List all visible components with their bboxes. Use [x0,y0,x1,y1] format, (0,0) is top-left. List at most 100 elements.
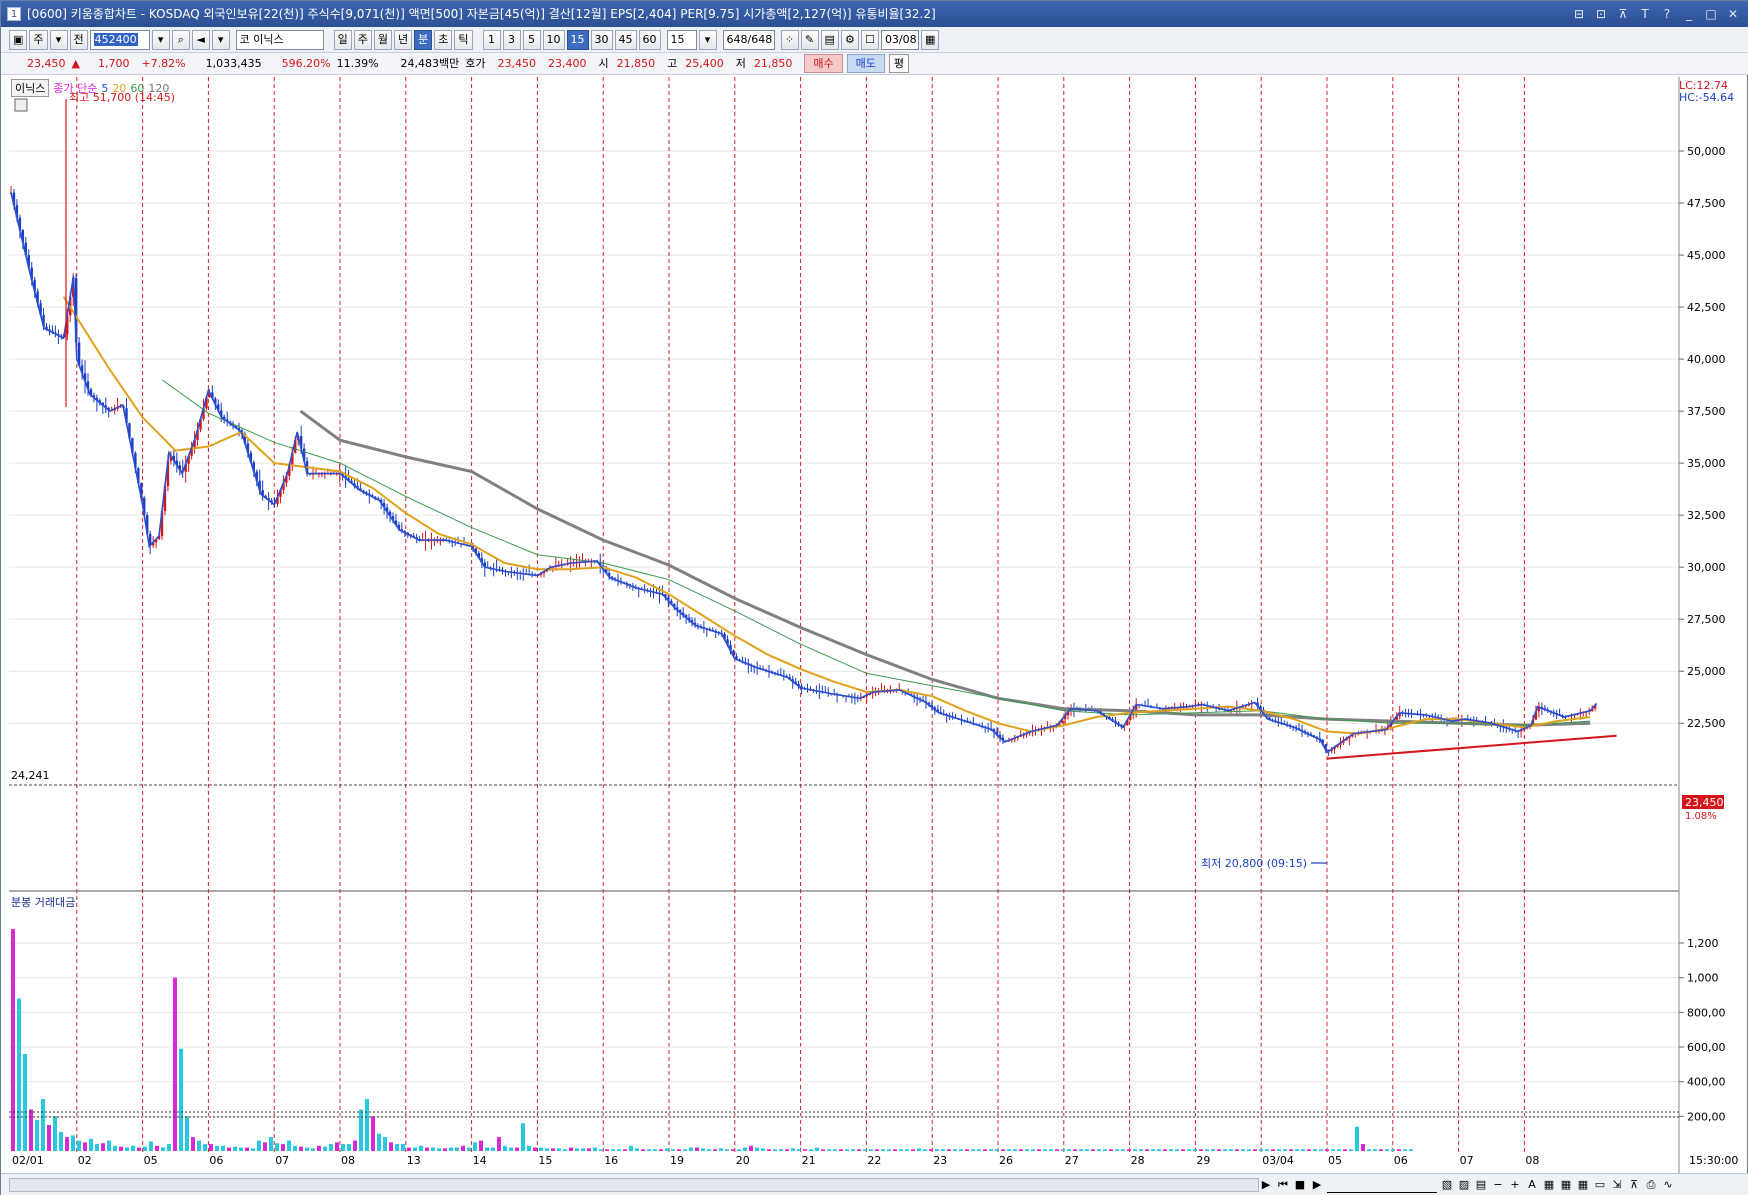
play-icon[interactable]: ▶ [1310,1177,1324,1193]
buy-button[interactable]: 매수 [804,54,843,73]
stock-name-field[interactable]: 코 이닉스 [235,29,324,50]
restore-view-icon[interactable]: ⊡ [1593,1,1609,27]
volume-bar [311,1148,315,1151]
legend-ma120[interactable]: 120 [148,82,169,95]
zoom-in-icon[interactable]: + [1508,1177,1522,1193]
volume-bar [953,1149,957,1151]
period-tick[interactable]: 틱 [454,29,473,50]
all-button[interactable]: 전 [69,29,88,50]
search-icon[interactable]: ⌕ [171,29,190,50]
print-icon[interactable]: ⎙ [1644,1177,1658,1193]
volume-bar [545,1148,549,1151]
volume-bar [797,1149,801,1151]
title-bar: 1 [0600] 키움종합차트 - KOSDAQ 외국인보유[22(천)] 주식… [1,1,1748,27]
volume-bar [1265,1149,1269,1151]
volume-bar [425,1147,429,1151]
calendar-icon[interactable]: ▦ [920,29,940,50]
settings-icon[interactable]: ⚙ [840,29,859,50]
text-tool-icon[interactable]: A [1525,1177,1539,1193]
legend-ma60[interactable]: 60 [130,82,144,95]
volume-bar [1019,1149,1023,1151]
date-checkbox[interactable]: ☐ [860,29,879,50]
stock-code-input[interactable]: 452400 [89,29,150,50]
layout-icon[interactable]: ⊟ [1571,1,1587,27]
period-minute[interactable]: 분 [414,29,433,50]
interval-30[interactable]: 30 [590,29,613,50]
window-number[interactable]: 1 [7,7,21,21]
window-icon[interactable]: ▭ [1593,1177,1607,1193]
period-second[interactable]: 초 [434,29,453,50]
interval-45[interactable]: 45 [614,29,637,50]
speaker-icon[interactable]: ◄ [191,29,210,50]
font-icon[interactable]: T [1637,1,1653,27]
volume-bar [1109,1149,1113,1151]
price-tick-label: 45,000 [1687,249,1726,262]
count-field[interactable]: 648/648 [722,29,775,50]
period-week[interactable]: 주 [353,29,372,50]
volume-bar [71,1135,75,1151]
volume-bar [1169,1149,1173,1151]
market-type-select[interactable]: 주 [29,29,48,50]
period-day[interactable]: 일 [333,29,352,50]
interval-select[interactable]: 15 [666,29,697,50]
scroll-first-icon[interactable]: ⏮ [1276,1177,1290,1193]
tool-icon-2[interactable]: ▨ [1457,1177,1471,1193]
volume-bar [851,1149,855,1151]
help-icon[interactable]: ? [1659,1,1675,27]
trendline[interactable] [1326,734,1617,760]
volume-bar [143,1146,147,1151]
grid-icon-3[interactable]: ▦ [1576,1177,1590,1193]
interval-dropdown-icon[interactable]: ▾ [698,29,717,50]
volume-bar [515,1147,519,1151]
market-type-dropdown-icon[interactable]: ▾ [49,29,68,50]
tool-icon-1[interactable]: ▧ [1440,1177,1454,1193]
legend-ma20[interactable]: 20 [112,82,126,95]
scroll-next-icon[interactable]: ▶ [1259,1177,1273,1193]
volume-bar [833,1149,837,1151]
legend-stock-name[interactable]: 이닉스 [11,79,50,97]
maximize-button[interactable]: □ [1703,1,1719,27]
minimize-button[interactable]: _ [1681,1,1697,27]
chart-canvas[interactable]: 24,241 50,000 47,500 45,000 42,500 40,000 37,… [1,77,1748,1173]
interval-5[interactable]: 5 [522,29,541,50]
grid-icon-1[interactable]: ▦ [1542,1177,1556,1193]
date-tick-label: 28 [1131,1154,1145,1167]
stop-icon[interactable]: ■ [1293,1177,1307,1193]
chart-settings-icon[interactable] [14,98,28,112]
stock-code-dropdown-icon[interactable]: ▾ [151,29,170,50]
export-icon[interactable]: ⇲ [1610,1177,1624,1193]
legend-ma5[interactable]: 5 [101,82,108,95]
sound-dropdown-icon[interactable]: ▾ [211,29,230,50]
chart-menu-icon[interactable]: ▣ [9,29,28,50]
tool-icon-3[interactable]: ▤ [1474,1177,1488,1193]
flat-button[interactable]: 평 [888,54,910,73]
interval-3[interactable]: 3 [502,29,521,50]
drawing-tool-icon[interactable]: ✎ [800,29,819,50]
interval-15[interactable]: 15 [566,29,589,50]
save-icon[interactable]: ▤ [820,29,839,50]
pin-bottom-icon[interactable]: ⊼ [1627,1177,1641,1193]
volume-tick-label: 800,00 [1687,1006,1726,1019]
wave-icon[interactable]: ∿ [1661,1177,1675,1193]
volume-bar [269,1137,273,1151]
close-button[interactable]: ✕ [1725,1,1741,27]
date-field[interactable]: 03/08 [880,29,919,50]
zoom-out-icon[interactable]: − [1491,1177,1505,1193]
volume-gridlines [9,942,1679,1117]
pin-icon[interactable]: ⊼ [1615,1,1631,27]
period-year[interactable]: 년 [394,29,413,50]
interval-60[interactable]: 60 [638,29,661,50]
volume-bar [299,1146,303,1151]
interval-1[interactable]: 1 [482,29,501,50]
horizontal-scrollbar[interactable] [9,1178,1259,1192]
volume-legend-title[interactable]: 분봉 거래대금 [11,896,75,909]
grid-icon-2[interactable]: ▦ [1559,1177,1573,1193]
interval-10[interactable]: 10 [542,29,565,50]
volume-bar [1211,1149,1215,1151]
volume-bar [935,1149,939,1151]
indicator-icon[interactable]: ⁘ [780,29,799,50]
period-month[interactable]: 월 [373,29,393,50]
scroll-range-slider[interactable] [1327,1177,1437,1193]
sell-button[interactable]: 매도 [846,54,885,73]
volume-bar [173,977,177,1151]
